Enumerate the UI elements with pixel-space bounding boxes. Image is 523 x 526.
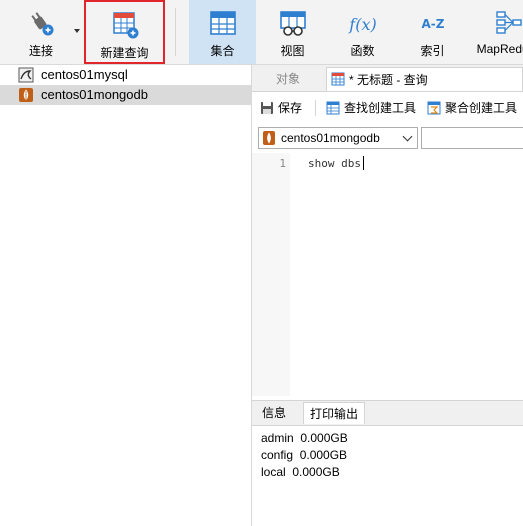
save-label: 保存 (278, 101, 303, 115)
function-icon: f(x) (348, 15, 376, 34)
index-label: 索引 (420, 44, 445, 58)
svg-text:A-Z: A-Z (421, 17, 444, 31)
connect-button[interactable]: 连接 (6, 0, 76, 64)
save-disk-icon (261, 102, 273, 114)
collection-button[interactable]: 集合 (189, 0, 256, 64)
tab-untitled-query[interactable]: * 无标题 - 查询 (326, 67, 523, 91)
toolbar-divider (175, 8, 176, 56)
new-query-icon (112, 12, 138, 39)
connection-select-value: centos01mongodb (281, 131, 380, 145)
function-label: 函数 (350, 44, 375, 58)
mongodb-icon (19, 88, 33, 102)
mapreduce-label: MapReduce (476, 42, 523, 56)
query-toolbar-divider (315, 100, 316, 116)
tab-info[interactable]: 信息 (256, 402, 292, 424)
aggregate-builder-label: 聚合创建工具 (445, 101, 518, 115)
query-editor[interactable]: 1 show dbs (252, 153, 523, 396)
main-toolbar: 连接 新建查询 集合 视图 f(x) 函数 A-Z 索引 MapRed (0, 0, 523, 65)
tab-print-output[interactable]: 打印输出 (303, 402, 365, 424)
collection-table-icon (209, 11, 236, 35)
text-cursor (363, 156, 364, 170)
find-builder-label: 查找创建工具 (344, 101, 417, 115)
code-line: show dbs (308, 157, 361, 170)
new-query-label: 新建查询 (100, 46, 149, 60)
mapreduce-button[interactable]: MapReduce (469, 0, 523, 64)
new-query-button[interactable]: 新建查询 (84, 0, 165, 64)
tree-item-centos01mysql[interactable]: centos01mysql (0, 65, 251, 85)
connect-dropdown-caret[interactable] (74, 29, 80, 33)
connection-select[interactable]: centos01mongodb (258, 127, 418, 149)
mysql-icon (18, 67, 34, 83)
view-glasses-icon (279, 11, 306, 36)
document-tabbar: 对象 * 无标题 - 查询 (252, 65, 523, 92)
line-number-gutter: 1 (252, 153, 290, 396)
tab-objects[interactable]: 对象 (252, 67, 324, 91)
index-button[interactable]: A-Z 索引 (399, 0, 466, 64)
output-tabbar: 信息 打印输出 (252, 400, 523, 426)
connect-label: 连接 (28, 44, 53, 58)
tree-item-centos01mongodb[interactable]: centos01mongodb (0, 85, 251, 105)
view-label: 视图 (280, 44, 305, 58)
query-toolbar: 保存 查找创建工具 聚合创建工具 (252, 94, 523, 122)
print-output-panel: admin 0.000GB config 0.000GB local 0.000… (252, 426, 523, 526)
query-workspace: 对象 * 无标题 - 查询 保存 查找创建工具 聚合创建工具 centos01m… (252, 65, 523, 526)
mapreduce-icon (496, 11, 522, 34)
aggregate-builder-icon (427, 101, 441, 115)
connection-tree: centos01mysql centos01mongodb (0, 65, 252, 526)
database-select[interactable] (421, 127, 523, 149)
function-button[interactable]: f(x) 函数 (329, 0, 396, 64)
find-builder-icon (326, 101, 340, 115)
plug-icon (31, 12, 54, 36)
view-button[interactable]: 视图 (259, 0, 326, 64)
output-line: local 0.000GB (261, 465, 340, 479)
mongodb-icon (263, 131, 275, 145)
query-table-icon (331, 72, 345, 86)
tree-item-label: centos01mysql (41, 67, 128, 82)
chevron-down-icon (402, 131, 413, 142)
tab-query-label: * 无标题 - 查询 (349, 73, 428, 87)
tree-item-label: centos01mongodb (41, 87, 148, 102)
output-line: config 0.000GB (261, 448, 348, 462)
output-line: admin 0.000GB (261, 431, 348, 445)
svg-text:f(x): f(x) (348, 15, 376, 34)
line-number: 1 (279, 157, 286, 170)
index-az-icon: A-Z (421, 17, 444, 31)
collection-label: 集合 (210, 44, 235, 58)
